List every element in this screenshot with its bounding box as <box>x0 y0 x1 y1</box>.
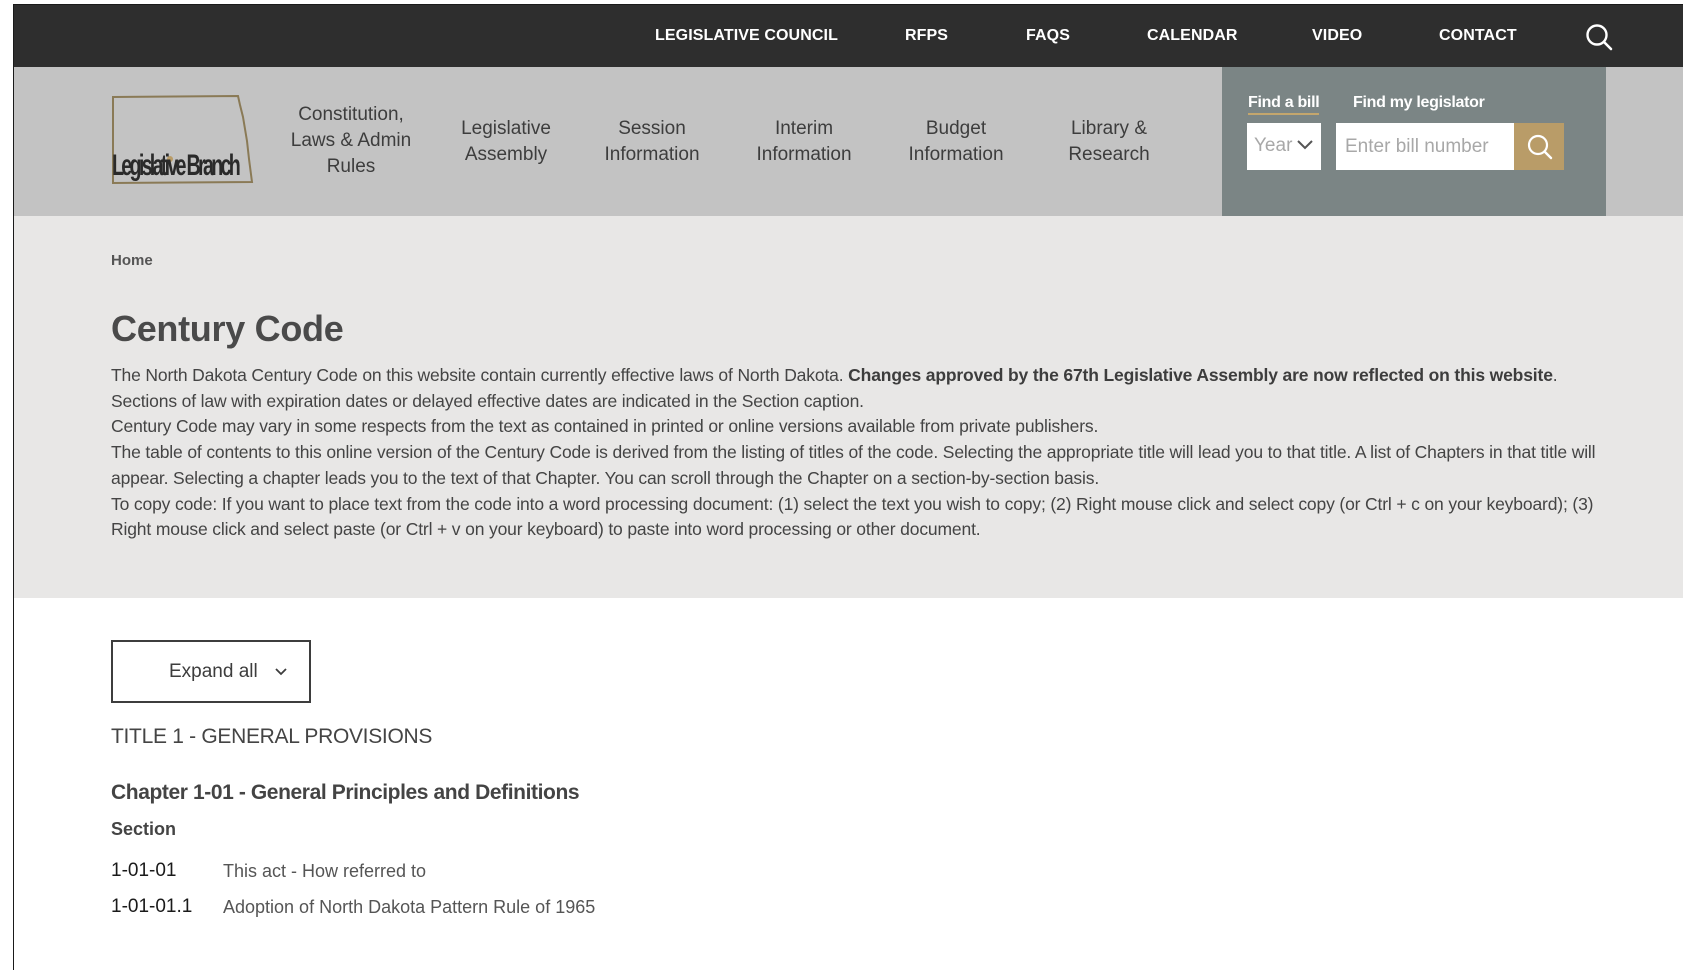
utility-bar: LEGISLATIVE COUNCIL RFPS FAQS CALENDAR V… <box>14 5 1683 67</box>
main-nav: Legislative Branch Constitution, Laws & … <box>14 67 1683 216</box>
nav-label-line: Legislative <box>461 118 551 139</box>
nav-label-line: Assembly <box>464 144 548 165</box>
link-contact[interactable]: CONTACT <box>1439 27 1517 45</box>
tab-find-a-bill[interactable]: Find a bill <box>1248 94 1320 115</box>
nav-label-line: Laws & Admin <box>290 130 412 151</box>
nav-session-information[interactable]: Session Information <box>587 116 717 168</box>
intro-paragraph: The table of contents to this online ver… <box>111 442 1596 488</box>
link-faqs[interactable]: FAQS <box>1026 27 1070 45</box>
nav-library-research[interactable]: Library & Research <box>1044 116 1174 168</box>
logo-map-outline: Legislative Branch <box>112 94 254 185</box>
chevron-down-icon <box>275 668 287 676</box>
browser-frame: LEGISLATIVE COUNCIL RFPS FAQS CALENDAR V… <box>13 4 1683 970</box>
section-column-label: Section <box>111 819 177 839</box>
nav-interim-information[interactable]: Interim Information <box>739 116 869 168</box>
chevron-down-icon <box>1297 140 1313 150</box>
nav-constitution-laws-rules[interactable]: Constitution, Laws & Admin Rules <box>284 102 418 180</box>
expand-all-label: Expand all <box>169 660 258 682</box>
nav-label-line: Information <box>908 144 1004 165</box>
section-number[interactable]: 1-01-01 <box>111 860 177 882</box>
logo-text: Legislative Branch <box>112 149 241 182</box>
nav-label-line: Budget <box>925 118 987 139</box>
link-rfps[interactable]: RFPS <box>905 27 948 45</box>
section-number[interactable]: 1-01-01.1 <box>111 896 192 918</box>
intro-text: The North Dakota Century Code on this we… <box>111 363 1601 543</box>
nav-label-line: Information <box>756 144 852 165</box>
link-calendar[interactable]: CALENDAR <box>1147 27 1238 45</box>
nav-label-line: Research <box>1068 144 1150 165</box>
nav-label-line: Rules <box>326 156 376 177</box>
intro-text-span: The North Dakota Century Code on this we… <box>111 365 849 385</box>
bill-search-button[interactable] <box>1514 123 1564 170</box>
intro-paragraph: Century Code may vary in some respects f… <box>111 416 1099 437</box>
intro-section: Home Century Code The North Dakota Centu… <box>14 216 1683 598</box>
tab-find-my-legislator[interactable]: Find my legislator <box>1353 94 1485 112</box>
year-select[interactable]: Year <box>1247 123 1321 170</box>
page-title: Century Code <box>111 308 344 349</box>
year-select-value: Year <box>1254 135 1293 156</box>
nav-legislative-assembly[interactable]: Legislative Assembly <box>446 116 566 168</box>
chapter-heading[interactable]: Chapter 1-01 - General Principles and De… <box>111 781 580 805</box>
bill-finder: Find a bill Find my legislator Year <box>1222 67 1606 216</box>
link-video[interactable]: VIDEO <box>1312 27 1362 45</box>
nav-budget-information[interactable]: Budget Information <box>891 116 1021 168</box>
expand-all-button[interactable]: Expand all <box>111 640 311 703</box>
link-legislative-council[interactable]: LEGISLATIVE COUNCIL <box>655 27 838 45</box>
nav-label-line: Information <box>604 144 700 165</box>
nav-label-line: Constitution, <box>298 104 404 125</box>
intro-paragraph: To copy code: If you want to place text … <box>111 493 1594 540</box>
nav-label-line: Interim <box>774 118 834 139</box>
nav-label-line: Session <box>618 118 686 139</box>
bill-number-input[interactable] <box>1336 123 1514 170</box>
search-icon <box>1527 134 1553 160</box>
intro-paragraph: The North Dakota Century Code on this we… <box>111 363 1601 414</box>
title-heading[interactable]: TITLE 1 - GENERAL PROVISIONS <box>111 725 432 749</box>
search-icon[interactable] <box>1584 22 1614 52</box>
section-description: Adoption of North Dakota Pattern Rule of… <box>223 897 596 917</box>
breadcrumb-home[interactable]: Home <box>111 252 153 269</box>
nav-label-line: Library & <box>1070 118 1148 139</box>
intro-bold-notice: Changes approved by the 67th Legislative… <box>848 365 1553 385</box>
section-description: This act - How referred to <box>223 861 427 881</box>
site-logo[interactable]: Legislative Branch <box>110 94 256 189</box>
